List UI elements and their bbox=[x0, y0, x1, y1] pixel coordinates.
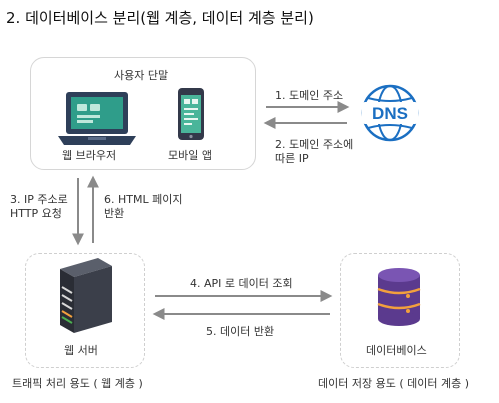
html-response-label-line1: 6. HTML 페이지 bbox=[104, 193, 183, 206]
http-request-label-line1: 3. IP 주소로 bbox=[10, 193, 68, 206]
database-caption: 데이터 저장 용도 ( 데이터 계층 ) bbox=[318, 377, 470, 390]
mobile-phone-icon bbox=[178, 88, 204, 140]
laptop-icon bbox=[58, 92, 136, 145]
dns-globe-icon: DNS bbox=[361, 84, 419, 142]
dns-response-label-line1: 2. 도메인 주소에 bbox=[275, 138, 354, 151]
html-response-label-line2: 반환 bbox=[104, 207, 125, 220]
diagram-canvas: DNS bbox=[58, 84, 421, 333]
dns-icon-label: DNS bbox=[372, 104, 408, 123]
api-query-label: 4. API 로 데이터 조회 bbox=[190, 277, 293, 290]
dns-request-label: 1. 도메인 주소 bbox=[275, 89, 344, 102]
web-browser-label: 웹 브라우저 bbox=[62, 149, 117, 162]
database-label: 데이터베이스 bbox=[366, 344, 427, 357]
database-icon bbox=[377, 268, 421, 326]
dns-response-label-line2: 따른 IP bbox=[275, 152, 309, 165]
mobile-app-label: 모바일 앱 bbox=[168, 149, 212, 162]
web-server-label: 웹 서버 bbox=[64, 344, 98, 357]
http-request-label-line2: HTTP 요청 bbox=[10, 207, 62, 220]
data-return-label: 5. 데이터 반환 bbox=[206, 325, 275, 338]
web-server-caption: 트래픽 처리 용도 ( 웹 계층 ) bbox=[12, 377, 143, 390]
server-icon bbox=[60, 258, 112, 333]
